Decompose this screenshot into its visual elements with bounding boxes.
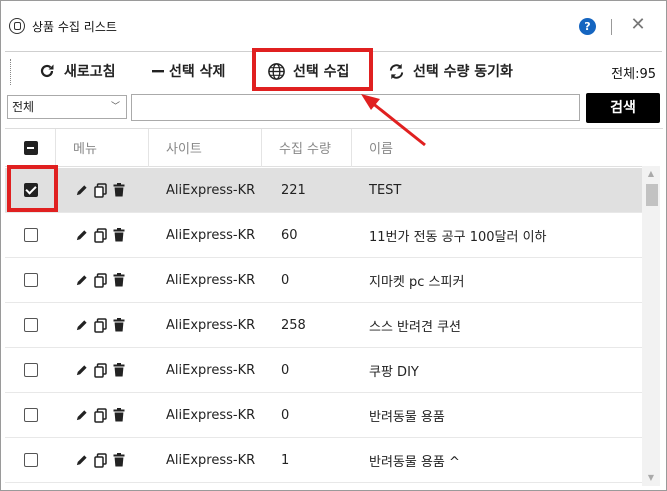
scroll-down-icon[interactable]: ▼	[642, 470, 660, 486]
app-window: 상품 수집 리스트 ? ✕ 새로고침 선택 삭제 선택 수집 선택 수량 동기화…	[0, 0, 667, 491]
annotation-arrow	[361, 94, 426, 147]
scrollbar-thumb[interactable]	[646, 184, 658, 206]
vertical-scrollbar[interactable]: ▲ ▼	[642, 166, 660, 486]
scroll-up-icon[interactable]: ▲	[642, 166, 660, 182]
